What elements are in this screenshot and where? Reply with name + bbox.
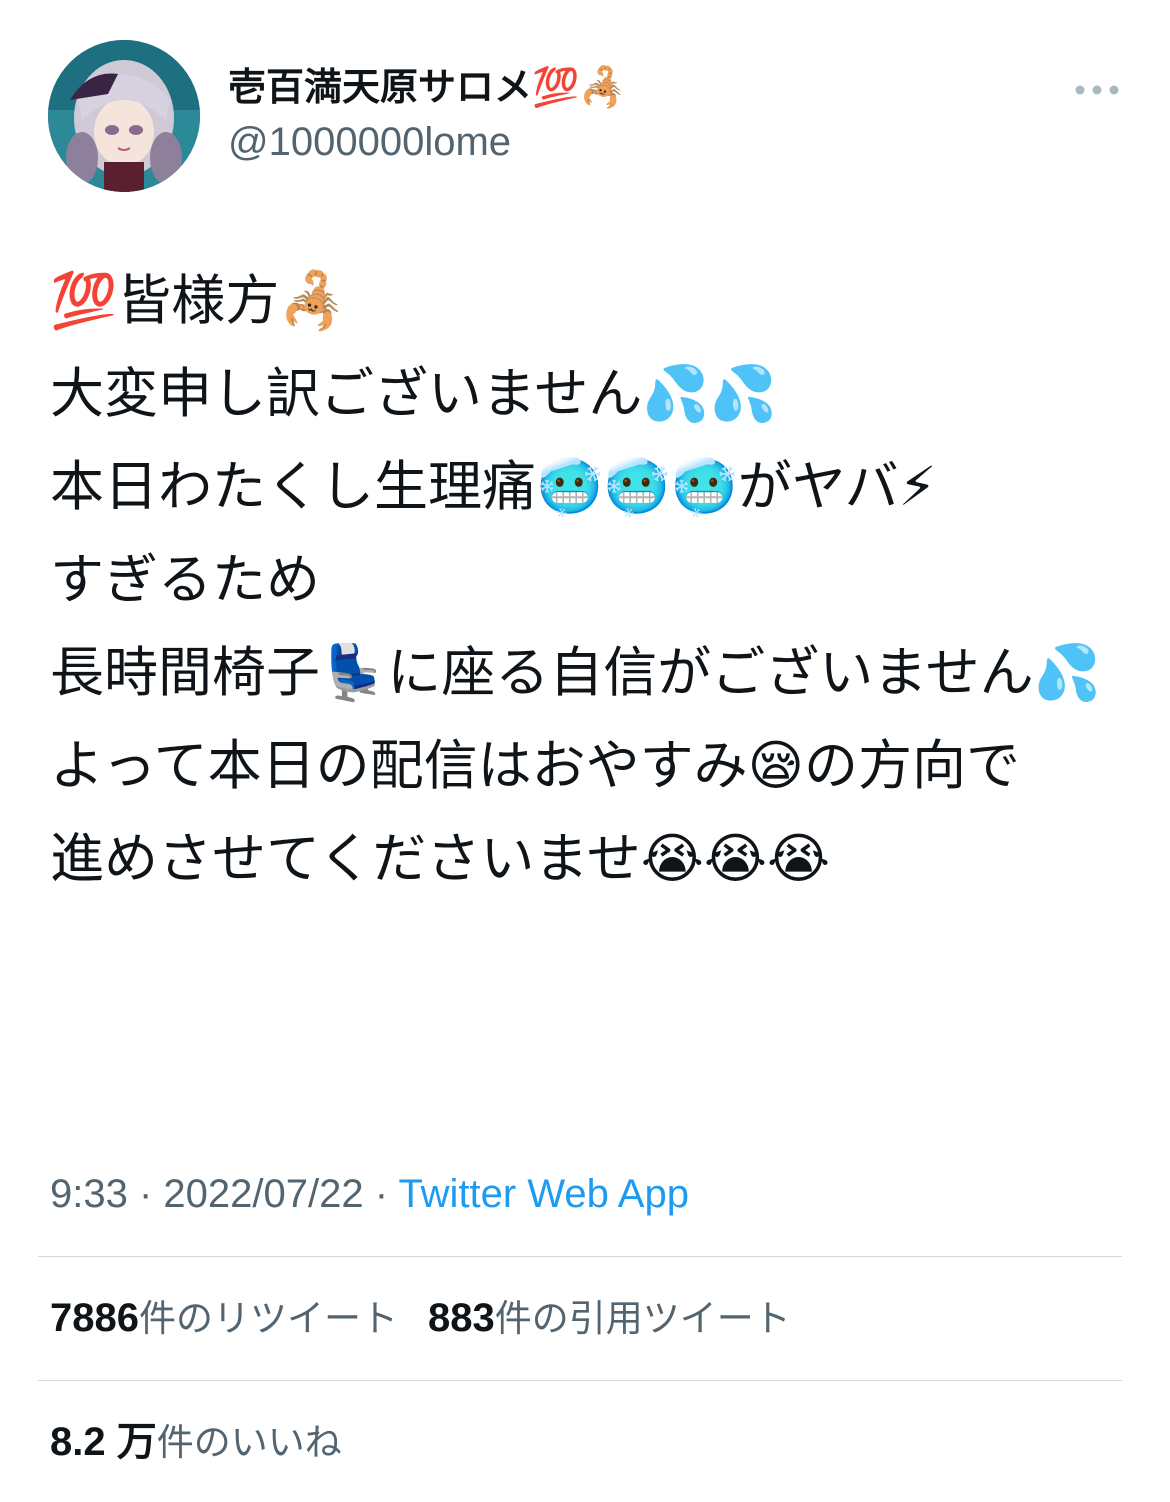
likes-label: 件のいいね [156,1421,342,1464]
avatar-image [48,40,200,192]
tweet-header: 壱百満天原サロメ💯🦂 @1000000lome [48,40,1128,192]
divider [38,1256,1122,1257]
quotes-link[interactable]: 883件の引用ツイート [427,1296,791,1340]
tweet-date[interactable]: 2022/07/22 [163,1172,363,1216]
meta-separator: · [363,1172,399,1216]
divider [38,1380,1122,1381]
avatar[interactable] [48,40,200,192]
retweets-count: 7886 [50,1296,139,1340]
author-handle[interactable]: @1000000lome [228,116,627,168]
meta-separator: · [127,1172,164,1216]
tweet-time[interactable]: 9:33 [50,1172,128,1216]
likes-count: 8.2 万 [50,1420,157,1464]
more-horizontal-icon [1075,85,1119,95]
more-options-button[interactable] [1072,78,1122,102]
tweet-source-link[interactable]: Twitter Web App [398,1172,689,1216]
likes-stats-row: 8.2 万件のいいね [50,1412,342,1473]
likes-link[interactable]: 8.2 万件のいいね [50,1420,342,1464]
quotes-count: 883 [427,1296,495,1340]
retweets-link[interactable]: 7886件のリツイート [50,1296,398,1340]
tweet-meta: 9:33 · 2022/07/22 · Twitter Web App [50,1166,689,1222]
quotes-label: 件の引用ツイート [494,1297,791,1340]
retweet-stats-row: 7886件のリツイート 883件の引用ツイート [50,1288,791,1349]
author-info[interactable]: 壱百満天原サロメ💯🦂 @1000000lome [228,62,627,168]
tweet-text: 💯皆様方🦂 大変申し訳ございません💦💦 本日わたくし生理痛🥶🥶🥶がヤバ⚡ すぎる… [50,269,1101,890]
retweets-label: 件のリツイート [138,1297,398,1340]
author-display-name[interactable]: 壱百満天原サロメ💯🦂 [228,62,627,112]
